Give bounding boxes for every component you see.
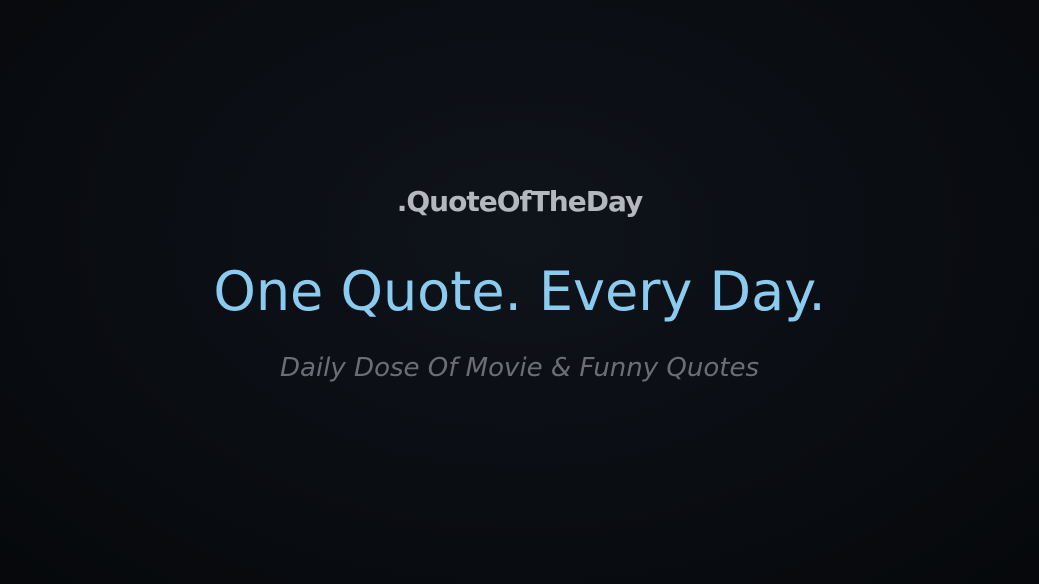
hero-headline: One Quote. Every Day. (213, 260, 826, 323)
hero-section: .QuoteOfTheDay One Quote. Every Day. Dai… (0, 0, 1039, 584)
hero-tagline: Daily Dose Of Movie & Funny Quotes (280, 353, 759, 383)
site-logo-text[interactable]: .QuoteOfTheDay (0, 184, 1039, 220)
